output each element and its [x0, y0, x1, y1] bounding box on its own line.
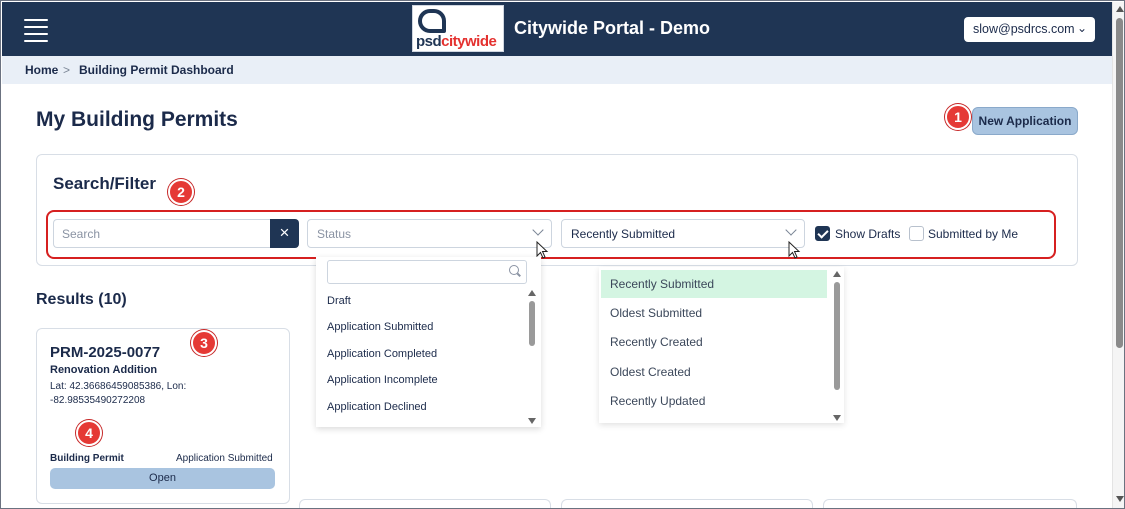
sort-select[interactable]: Recently Submitted	[561, 219, 805, 248]
scrollbar-thumb[interactable]	[1116, 18, 1123, 348]
breadcrumb-separator-icon: >	[63, 63, 71, 77]
sort-option[interactable]: Oldest Created	[601, 358, 827, 386]
scroll-down-arrow-icon[interactable]	[833, 415, 841, 421]
permit-card	[299, 499, 551, 508]
chevron-down-icon: ⌄	[1076, 21, 1087, 35]
status-option[interactable]: Draft	[327, 295, 351, 307]
permit-type: Renovation Addition	[50, 364, 158, 376]
new-application-button[interactable]: New Application	[972, 107, 1078, 135]
search-icon	[509, 265, 519, 275]
logo-text-psd: psd	[416, 33, 442, 50]
close-icon[interactable]: ×	[270, 219, 299, 248]
permit-location: Lat: 42.36686459085386, Lon: -82.9853549…	[50, 381, 187, 406]
callout-badge-3: 3	[191, 330, 217, 356]
status-select[interactable]: Status	[307, 219, 552, 248]
scroll-down-arrow-icon[interactable]	[1116, 496, 1124, 502]
breadcrumb-home[interactable]: Home	[25, 63, 58, 77]
submitted-by-me-checkbox[interactable]	[909, 226, 924, 241]
scroll-up-arrow-icon[interactable]	[1116, 6, 1124, 12]
scrollbar-thumb[interactable]	[529, 301, 535, 346]
status-select-value: Status	[317, 227, 352, 241]
logo-text-citywide: citywide	[441, 33, 497, 50]
status-option[interactable]: Application Submitted	[327, 321, 433, 333]
user-email: slow@psdrcs.com	[973, 22, 1075, 36]
breadcrumb: Home > Building Permit Dashboard	[2, 56, 1112, 84]
show-drafts-checkbox[interactable]	[815, 226, 830, 241]
logo-mark-icon	[418, 9, 446, 33]
scroll-up-arrow-icon[interactable]	[833, 271, 841, 277]
chevron-down-icon	[785, 224, 797, 236]
scrollbar-thumb[interactable]	[834, 282, 840, 390]
breadcrumb-current: Building Permit Dashboard	[79, 63, 234, 77]
sort-option[interactable]: Oldest Submitted	[601, 299, 827, 327]
user-menu-button[interactable]: slow@psdrcs.com ⌄	[964, 17, 1095, 42]
status-option[interactable]: Application Completed	[327, 348, 437, 360]
status-option[interactable]: Application Incomplete	[327, 374, 438, 386]
callout-badge-4: 4	[76, 420, 102, 446]
page-scrollbar[interactable]	[1112, 2, 1124, 508]
scroll-down-arrow-icon[interactable]	[528, 418, 536, 424]
show-drafts-label[interactable]: Show Drafts	[835, 227, 900, 241]
permit-category: Building Permit	[50, 453, 124, 464]
status-dropdown-scrollbar[interactable]	[528, 290, 536, 426]
sort-option[interactable]: Recently Created	[601, 328, 827, 356]
scroll-up-arrow-icon[interactable]	[528, 290, 536, 296]
status-badge: Application Submitted	[176, 453, 273, 464]
sort-select-value: Recently Submitted	[571, 227, 676, 241]
permit-id: PRM-2025-0077	[50, 344, 161, 361]
status-option[interactable]: Application Declined	[327, 401, 427, 413]
permit-card	[561, 499, 813, 508]
sort-option[interactable]: Recently Updated	[601, 387, 827, 415]
sort-option-selected[interactable]: Recently Submitted	[601, 270, 827, 298]
submitted-by-me-label[interactable]: Submitted by Me	[928, 227, 1018, 241]
sort-dropdown-scrollbar[interactable]	[833, 271, 841, 423]
page-title: My Building Permits	[36, 108, 238, 131]
chevron-down-icon	[532, 224, 544, 236]
status-search-input[interactable]	[327, 260, 527, 284]
filter-title: Search/Filter	[53, 174, 156, 193]
citywide-logo[interactable]: psdcitywide	[412, 5, 504, 52]
open-button[interactable]: Open	[50, 468, 275, 489]
results-title: Results (10)	[36, 291, 127, 308]
permit-card	[823, 499, 1077, 508]
hamburger-menu-icon[interactable]	[24, 19, 48, 42]
portal-title: Citywide Portal - Demo	[514, 18, 711, 38]
app-frame: psdcitywide Citywide Portal - Demo slow@…	[0, 0, 1125, 509]
callout-badge-1: 1	[945, 104, 971, 130]
callout-badge-2: 2	[168, 179, 194, 205]
search-input[interactable]	[53, 219, 271, 248]
